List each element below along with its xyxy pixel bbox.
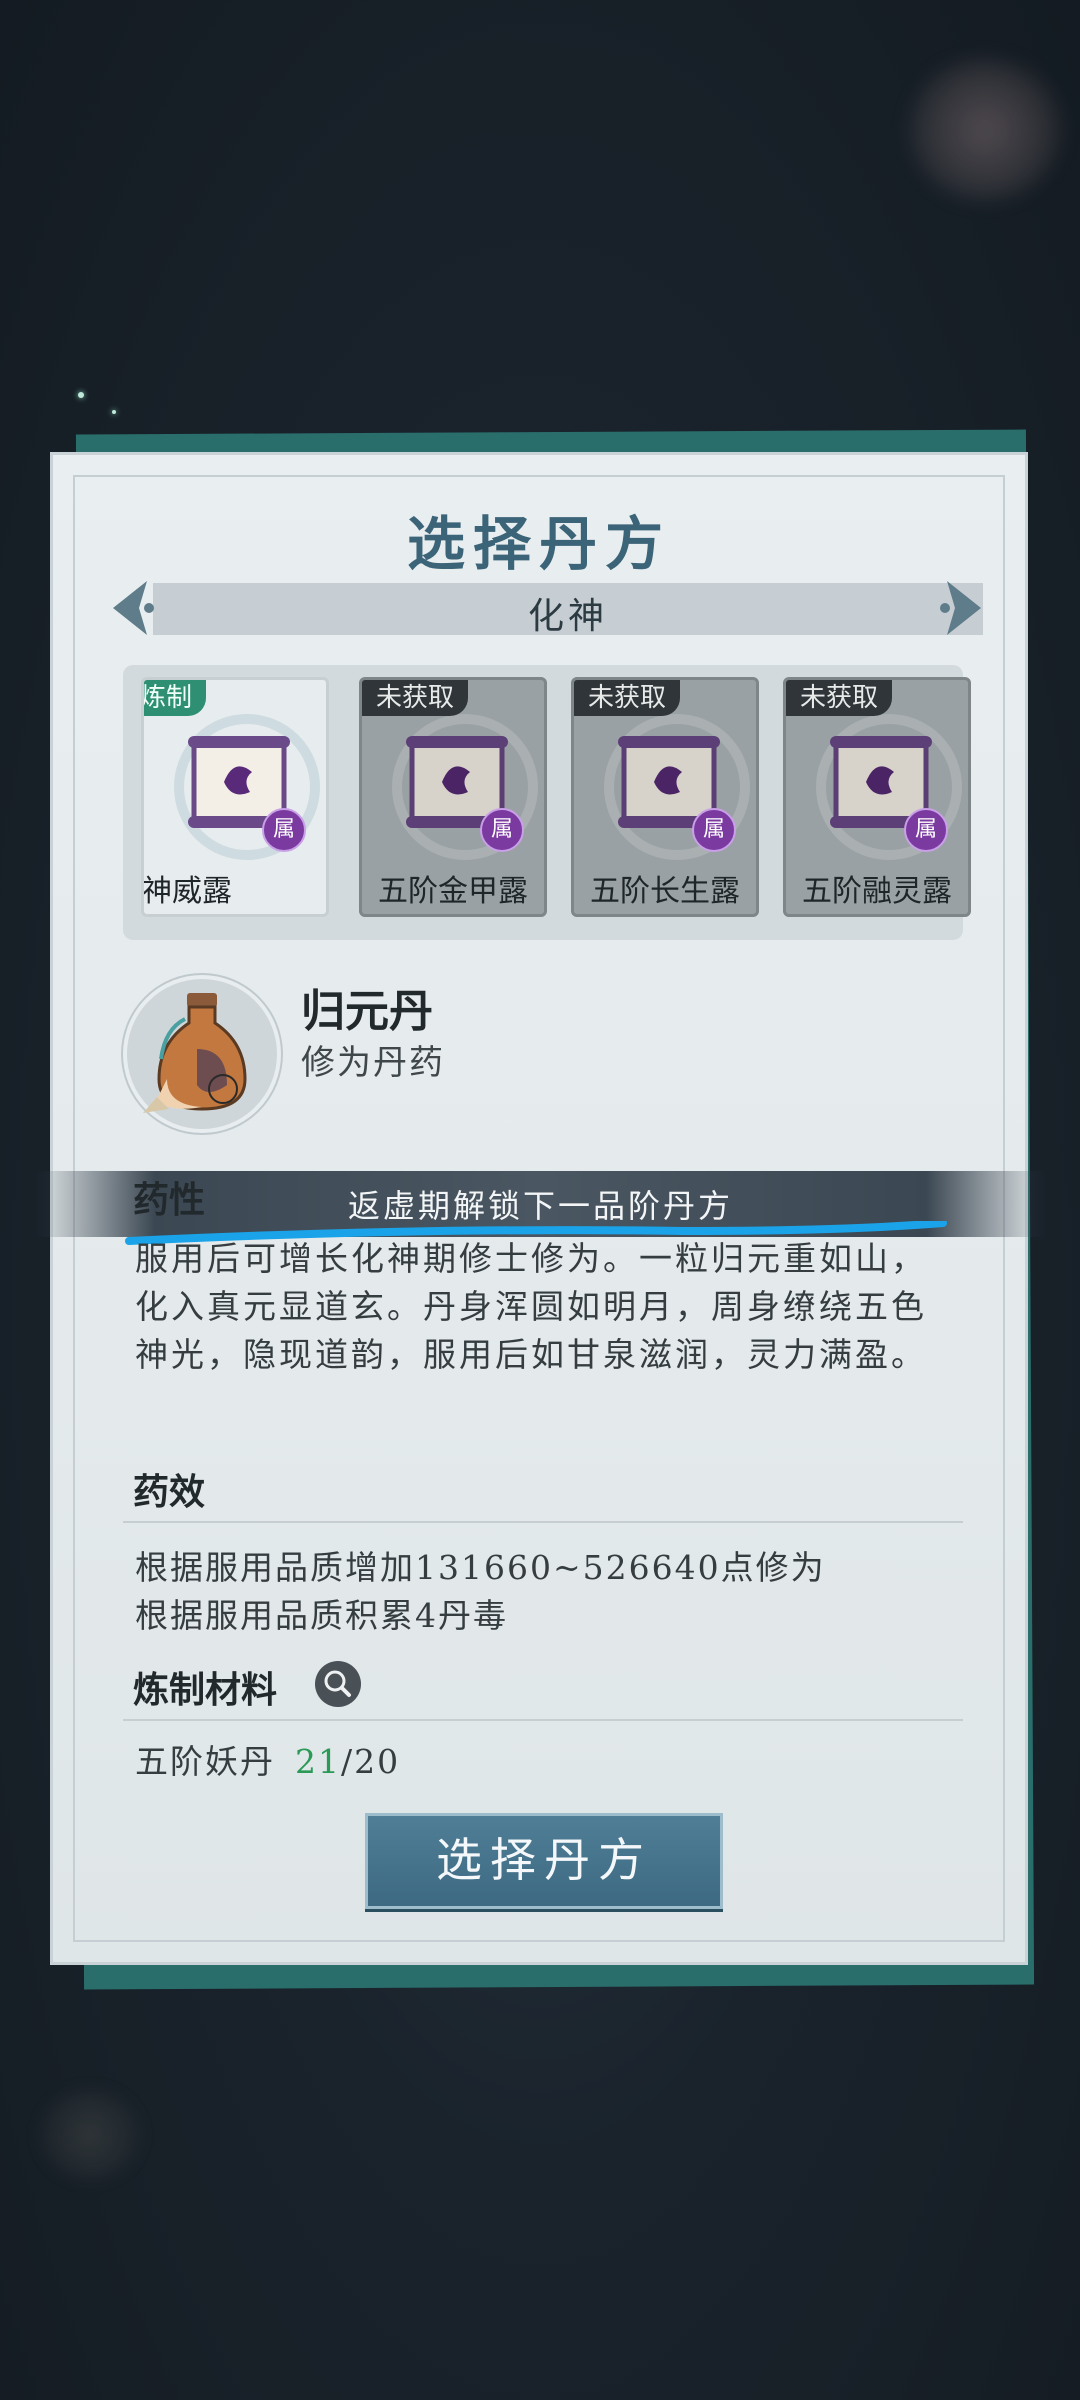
recipe-card[interactable]: 属 炼制 五阶神威露 xyxy=(141,677,329,917)
material-need-count: /20 xyxy=(341,1742,401,1781)
tier-selector: 化神 xyxy=(153,583,983,637)
recipe-card[interactable]: 属 未获取 五阶融灵露 xyxy=(783,677,971,917)
sparkle-decoration xyxy=(78,392,84,398)
background-logo xyxy=(20,90,500,230)
search-icon[interactable] xyxy=(315,1661,361,1707)
status-badge: 未获取 xyxy=(786,680,893,716)
effect-line: 根据服用品质增加131660~526640点修为 xyxy=(135,1548,826,1587)
dialog-title: 选择丹方 xyxy=(406,510,671,578)
attribute-icon: 属 xyxy=(692,808,736,852)
materials-label: 炼制材料 xyxy=(133,1669,278,1711)
effect-line: 根据服用品质积累4丹毒 xyxy=(135,1596,508,1635)
attribute-icon: 属 xyxy=(262,808,306,852)
chevron-left-icon[interactable] xyxy=(103,575,163,641)
divider xyxy=(123,1521,963,1523)
background-avatar xyxy=(910,60,1060,200)
pill-type: 修为丹药 xyxy=(301,1043,445,1083)
chevron-right-icon[interactable] xyxy=(931,575,991,641)
select-recipe-button[interactable]: 选择丹方 xyxy=(365,1813,723,1909)
recipe-card[interactable]: 属 未获取 五阶金甲露 xyxy=(359,677,547,917)
material-have-count: 21 xyxy=(295,1742,341,1781)
property-label: 药性 xyxy=(133,1179,206,1221)
recipe-select-dialog: 选择丹方 化神 属 炼制 五阶神威露 xyxy=(33,452,1048,1965)
pill-icon xyxy=(123,975,281,1133)
material-name: 五阶妖丹 xyxy=(135,1742,275,1781)
attribute-icon: 属 xyxy=(480,808,524,852)
status-badge: 未获取 xyxy=(574,680,681,716)
property-description: 服用后可增长化神期修士修为。一粒归元重如山，化入真元显道玄。丹身浑圆如明月，周身… xyxy=(135,1239,927,1374)
recipe-list: 属 炼制 五阶神威露 属 未获取 五阶金甲露 xyxy=(123,665,971,940)
tier-label: 化神 xyxy=(527,596,608,637)
divider xyxy=(123,1719,963,1721)
recipe-name: 五阶金甲露 xyxy=(378,874,528,909)
status-badge: 未获取 xyxy=(362,680,469,716)
recipe-name: 五阶长生露 xyxy=(590,874,740,909)
sparkle-decoration xyxy=(112,410,116,414)
recipe-card[interactable]: 属 未获取 五阶长生露 xyxy=(571,677,759,917)
material-item: 五阶妖丹 21/20 xyxy=(135,1735,400,1783)
attribute-icon: 属 xyxy=(904,808,948,852)
status-badge: 炼制 xyxy=(144,680,207,716)
recipe-name: 五阶融灵露 xyxy=(802,874,952,909)
background-back-icon xyxy=(40,2090,140,2180)
pill-name: 归元丹 xyxy=(301,986,433,1037)
effect-label: 药效 xyxy=(133,1471,206,1513)
recipe-name: 五阶神威露 xyxy=(141,874,232,909)
